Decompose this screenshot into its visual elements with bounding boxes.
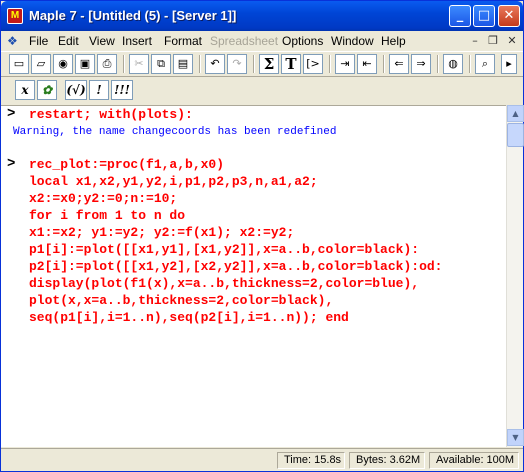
menu-edit[interactable]: Edit [58,34,79,48]
doc-restore-icon[interactable]: ❐ [485,34,501,48]
input-line[interactable]: p2[i]:=plot([[x1,y2],[x2,y2]],x=a..b,col… [29,258,442,275]
main-toolbar: ▭ ▱ ◉ ▣ ⎙ ✂ ⧉ ▤ ↶ ↷ Σ T [> ⇥ ⇤ ⇐ ⇒ ◍ ⌕ ▸ [1,51,523,77]
prompt-marker: > [7,106,16,122]
doc-minimize-icon[interactable]: – [467,34,483,48]
scroll-thumb[interactable] [507,123,524,147]
insert-math-button[interactable]: Σ [259,54,279,74]
stop-icon[interactable]: ◍ [443,54,463,74]
print-icon[interactable]: ⎙ [97,54,117,74]
menu-view[interactable]: View [89,34,115,48]
maximize-icon[interactable]: □ [473,5,495,27]
input-line[interactable]: rec_plot:=proc(f1,a,b,x0) [29,156,224,173]
indent-icon[interactable]: ⇥ [335,54,355,74]
toolbar-overflow-icon[interactable]: ▸ [501,54,517,74]
zoom-icon[interactable]: ⌕ [475,54,495,74]
menu-format[interactable]: Format [164,34,202,48]
copy-icon[interactable]: ⧉ [151,54,171,74]
window-title: Maple 7 - [Untitled (5) - [Server 1]] [29,8,237,23]
context-toolbar: x ✿ (√) ! !!! [1,77,523,103]
prompt-marker: > [7,156,16,172]
minimize-icon[interactable]: _ [449,5,471,27]
menu-file[interactable]: File [29,34,48,48]
scroll-up-icon[interactable]: ▲ [507,105,524,122]
input-line[interactable]: display(plot(f1(x),x=a..b,thickness=2,co… [29,275,419,292]
close-icon[interactable]: ✕ [498,5,520,27]
text-mode-button[interactable]: x [15,80,35,100]
input-line[interactable]: local x1,x2,y1,y2,i,p1,p2,p3,n,a1,a2; [29,173,318,190]
open-url-icon[interactable]: ◉ [53,54,73,74]
maple-window: M Maple 7 - [Untitled (5) - [Server 1]] … [0,0,524,472]
input-line[interactable]: x1:=x2; y1:=y2; y2:=f(x1); x2:=y2; [29,224,294,241]
cut-icon[interactable]: ✂ [129,54,149,74]
menu-bar: ❖ File Edit View Insert Format Spreadshe… [1,31,523,51]
new-file-icon[interactable]: ▭ [9,54,29,74]
input-line[interactable]: seq(p1[i],i=1..n),seq(p2[i],i=1..n)); en… [29,309,349,326]
status-bytes: Bytes: 3.62M [349,452,425,469]
menu-help[interactable]: Help [381,34,406,48]
forward-arrow-icon[interactable]: ⇒ [411,54,431,74]
menu-spreadsheet[interactable]: Spreadsheet [210,34,278,48]
undo-icon[interactable]: ↶ [205,54,225,74]
status-time: Time: 15.8s [277,452,345,469]
insert-text-button[interactable]: T [281,54,301,74]
back-arrow-icon[interactable]: ⇐ [389,54,409,74]
execute-button[interactable]: ! [89,80,109,100]
save-icon[interactable]: ▣ [75,54,95,74]
outdent-icon[interactable]: ⇤ [357,54,377,74]
paste-icon[interactable]: ▤ [173,54,193,74]
menu-insert[interactable]: Insert [122,34,152,48]
worksheet[interactable]: > restart; with(plots): Warning, the nam… [1,105,506,447]
input-line[interactable]: plot(x,x=a..b,thickness=2,color=black), [29,292,333,309]
title-bar[interactable]: M Maple 7 - [Untitled (5) - [Server 1]] … [1,1,523,31]
open-file-icon[interactable]: ▱ [31,54,51,74]
vertical-scrollbar[interactable]: ▲ ▼ [506,105,524,447]
menu-options[interactable]: Options [282,34,323,48]
menu-window[interactable]: Window [331,34,374,48]
scroll-down-icon[interactable]: ▼ [507,429,524,446]
symbolic-eval-button[interactable]: (√) [65,80,87,100]
status-bar: Time: 15.8s Bytes: 3.62M Available: 100M [1,448,523,471]
warning-message: Warning, the name changecoords has been … [13,126,337,138]
execute-all-button[interactable]: !!! [111,80,133,100]
input-line[interactable]: x2:=x0;y2:=0;n:=10; [29,190,177,207]
maple-leaf-icon[interactable]: ✿ [37,80,57,100]
maple-logo-icon[interactable]: M [7,8,23,24]
status-available: Available: 100M [429,452,519,469]
input-line[interactable]: restart; with(plots): [29,106,193,123]
input-line[interactable]: for i from 1 to n do [29,207,185,224]
document-icon[interactable]: ❖ [7,34,21,48]
input-line[interactable]: p1[i]:=plot([[x1,y1],[x1,y2]],x=a..b,col… [29,241,419,258]
insert-prompt-button[interactable]: [> [303,54,323,74]
doc-close-icon[interactable]: ✕ [504,34,520,48]
redo-icon[interactable]: ↷ [227,54,247,74]
